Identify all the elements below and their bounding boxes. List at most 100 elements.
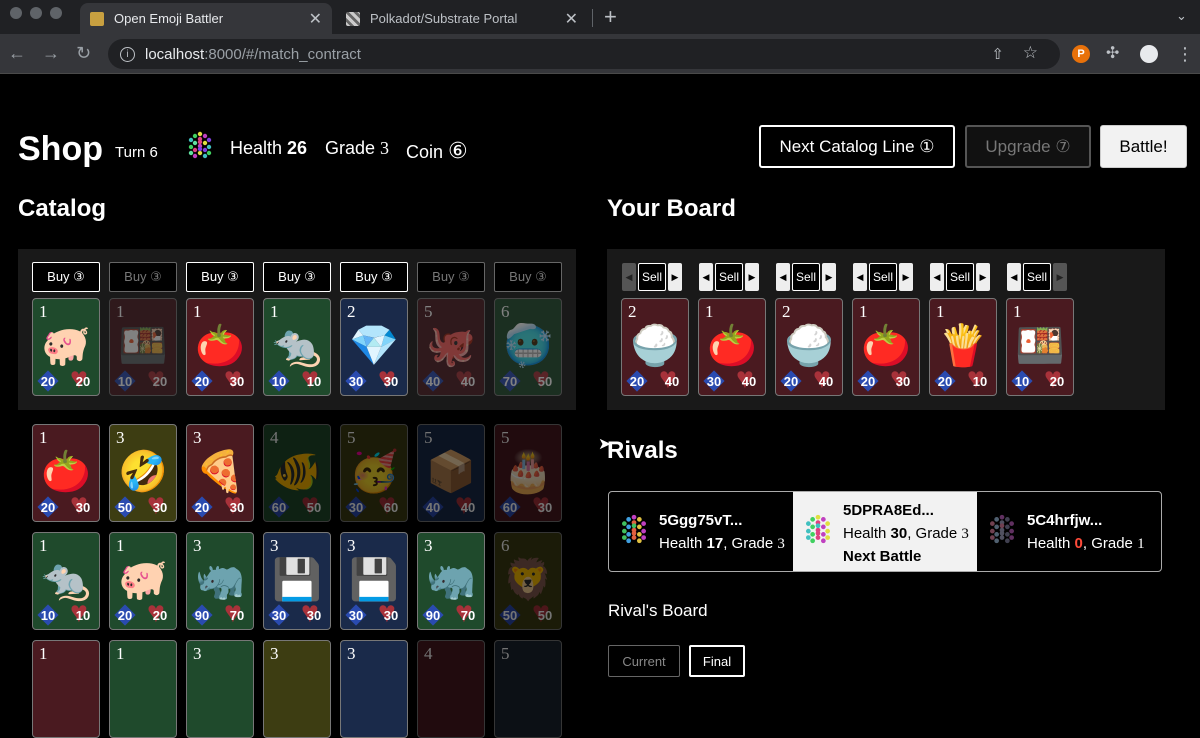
catalog-card[interactable]: 4 [417,640,485,738]
move-left-icon[interactable]: ◀ [853,263,867,291]
catalog-card[interactable]: 5 📦40 40 [417,424,485,522]
catalog-card[interactable]: 6 🦁50 50 [494,532,562,630]
buy-button[interactable]: Buy ③ [340,262,408,292]
move-right-icon[interactable]: ▶ [668,263,682,291]
rival-board-current-tab[interactable]: Current [608,645,680,677]
move-right-icon[interactable]: ▶ [1053,263,1067,291]
sell-button[interactable]: Sell [1023,263,1051,291]
sell-button[interactable]: Sell [946,263,974,291]
catalog-card[interactable]: 3 🦏90 70 [186,532,254,630]
url-field[interactable]: i localhost:8000/#/match_contract ⇧ ☆ [108,39,1060,69]
sell-controls: ◀ Sell ▶ [930,262,990,292]
card-emoji-icon: 💾 [272,558,322,602]
catalog-card[interactable]: 1 🍅20 30 [32,424,100,522]
catalog-card[interactable]: 5 🎂60 30 [494,424,562,522]
move-right-icon[interactable]: ▶ [899,263,913,291]
card-grade: 6 [501,302,510,321]
catalog-card[interactable]: 3 🦏90 70 [417,532,485,630]
reload-icon[interactable]: ↻ [76,43,91,64]
player-identicon [188,131,212,159]
rival-item[interactable]: 5Ggg75vT... Health 17, Grade 3 [609,492,793,571]
card-health: 40 [455,364,481,394]
buy-button[interactable]: Buy ③ [263,262,331,292]
next-catalog-line-button[interactable]: Next Catalog Line ① [759,125,955,168]
rival-item[interactable]: 5C4hrfjw... Health 0, Grade 1 [977,492,1161,571]
bookmark-star-icon[interactable]: ☆ [1023,43,1038,63]
catalog-card[interactable]: 1 🐀10 10 [32,532,100,630]
catalog-card[interactable]: 3 🍕20 30 [186,424,254,522]
window-controls[interactable] [10,7,62,19]
card-emoji-icon: 💾 [349,558,399,602]
catalog-card[interactable]: 1 [32,640,100,738]
move-left-icon[interactable]: ◀ [930,263,944,291]
sell-button[interactable]: Sell [715,263,743,291]
catalog-card[interactable]: 1 [109,640,177,738]
close-icon[interactable]: ✕ [309,9,322,29]
catalog-card[interactable]: 1 🐀10 10 [263,298,331,396]
catalog-card[interactable]: 1 🍅20 30 [186,298,254,396]
card-grade: 1 [1013,302,1022,321]
catalog-card[interactable]: 5 🥳30 60 [340,424,408,522]
catalog-card[interactable]: 3 🤣50 30 [109,424,177,522]
rival-board-final-tab[interactable]: Final [689,645,745,677]
new-tab-icon[interactable]: + [604,4,617,30]
board-card[interactable]: 1 🍅20 30 [852,298,920,396]
card-health: 70 [224,598,250,628]
back-icon[interactable]: ← [8,43,26,64]
sell-button[interactable]: Sell [638,263,666,291]
card-grade: 4 [424,644,433,663]
sell-button[interactable]: Sell [869,263,897,291]
catalog-card[interactable]: 1 🐖20 20 [32,298,100,396]
catalog-card[interactable]: 1 🐖20 20 [109,532,177,630]
browser-tab-bar: Open Emoji Battler ✕ Polkadot/Substrate … [0,0,1200,34]
buy-button[interactable]: Buy ③ [109,262,177,292]
catalog-card[interactable]: 5 🐙40 40 [417,298,485,396]
share-icon[interactable]: ⇧ [991,45,1004,63]
move-left-icon[interactable]: ◀ [622,263,636,291]
board-card[interactable]: 2 🍚20 40 [621,298,689,396]
catalog-card[interactable]: 3 [263,640,331,738]
rival-item[interactable]: 5DPRA8Ed... Health 30, Grade 3 Next Battle [793,492,977,571]
card-attack: 60 [266,496,292,518]
card-grade: 1 [705,302,714,321]
buy-button[interactable]: Buy ③ [186,262,254,292]
catalog-card[interactable]: 3 💾30 30 [263,532,331,630]
buy-button[interactable]: Buy ③ [494,262,562,292]
close-icon[interactable]: ✕ [565,9,578,29]
profile-avatar-icon[interactable] [1140,45,1158,63]
move-left-icon[interactable]: ◀ [699,263,713,291]
upgrade-button[interactable]: Upgrade ⑦ [965,125,1091,168]
move-left-icon[interactable]: ◀ [776,263,790,291]
catalog-card[interactable]: 4 🐠60 50 [263,424,331,522]
tab-polkadot-portal[interactable]: Polkadot/Substrate Portal ✕ [336,3,588,34]
move-right-icon[interactable]: ▶ [976,263,990,291]
more-menu-icon[interactable]: ⋮ [1176,45,1194,63]
sell-controls: ◀ Sell ▶ [1007,262,1067,292]
tab-search-icon[interactable]: ⌄ [1176,8,1187,24]
catalog-card[interactable]: 3 [340,640,408,738]
extension-icon[interactable]: P [1072,45,1090,63]
catalog-card[interactable]: 6 🥶70 50 [494,298,562,396]
board-card[interactable]: 1 🍟20 10 [929,298,997,396]
buy-button[interactable]: Buy ③ [417,262,485,292]
move-left-icon[interactable]: ◀ [1007,263,1021,291]
info-icon[interactable]: i [120,46,135,62]
forward-icon[interactable]: → [42,43,60,64]
move-right-icon[interactable]: ▶ [822,263,836,291]
board-card[interactable]: 1 🍱10 20 [1006,298,1074,396]
board-card[interactable]: 2 🍚20 40 [775,298,843,396]
sell-button[interactable]: Sell [792,263,820,291]
catalog-card[interactable]: 2 💎30 30 [340,298,408,396]
card-health: 40 [736,364,762,394]
catalog-card[interactable]: 5 [494,640,562,738]
card-grade: 3 [270,644,279,663]
catalog-card[interactable]: 1 🍱10 20 [109,298,177,396]
catalog-card[interactable]: 3 [186,640,254,738]
battle-button[interactable]: Battle! [1100,125,1187,168]
catalog-card[interactable]: 3 💾30 30 [340,532,408,630]
tab-open-emoji-battler[interactable]: Open Emoji Battler ✕ [80,3,332,34]
board-card[interactable]: 1 🍅30 40 [698,298,766,396]
extensions-puzzle-icon[interactable]: ✣ [1106,45,1124,63]
buy-button[interactable]: Buy ③ [32,262,100,292]
move-right-icon[interactable]: ▶ [745,263,759,291]
